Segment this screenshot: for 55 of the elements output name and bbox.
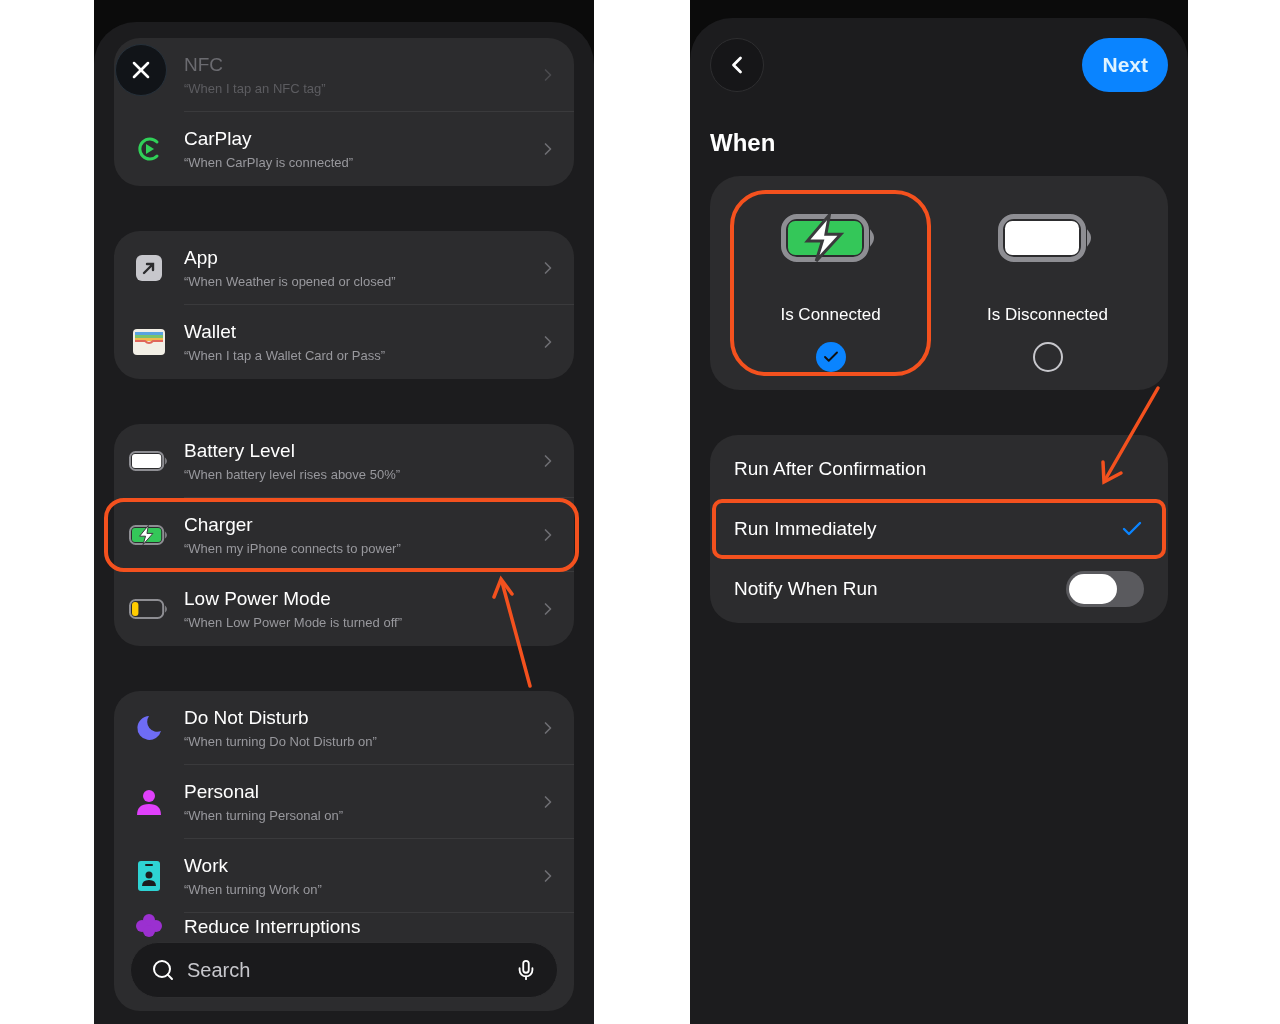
- option-label: Is Disconnected: [987, 304, 1108, 326]
- option-tile[interactable]: Is Disconnected: [947, 190, 1148, 376]
- trigger-title: NFC: [184, 52, 225, 77]
- trigger-row[interactable]: Charger “When my iPhone connects to power”: [114, 498, 574, 572]
- setting-label: Run Immediately: [734, 516, 878, 541]
- search-input[interactable]: Search: [187, 955, 503, 985]
- badge-icon: [138, 861, 160, 891]
- trigger-title: Charger: [184, 512, 254, 537]
- trigger-title: Reduce Interruptions: [184, 915, 362, 939]
- trigger-title: Low Power Mode: [184, 587, 332, 611]
- setting-label: Run After Confirmation: [734, 456, 928, 481]
- toggle-switch[interactable]: [1066, 571, 1144, 607]
- moon-icon: [135, 714, 163, 742]
- trigger-row[interactable]: CarPlay “When CarPlay is connected”: [114, 112, 574, 186]
- trigger-row[interactable]: App “When Weather is opened or closed”: [114, 231, 574, 305]
- setting-row[interactable]: Run Immediately: [712, 499, 1166, 559]
- battery-icon: [129, 451, 169, 471]
- trigger-title: CarPlay: [184, 127, 253, 151]
- search-icon: [151, 958, 175, 982]
- trigger-row[interactable]: Low Power Mode “When Low Power Mode is turned off”: [114, 572, 574, 646]
- arrow-square-icon: [136, 255, 162, 281]
- person-icon: [137, 789, 161, 815]
- wallet-icon: [133, 329, 165, 355]
- trigger-row[interactable]: Battery Level “When battery level rises above 50%”: [114, 424, 574, 498]
- radio-indicator[interactable]: [815, 341, 846, 372]
- option-label: Is Connected: [780, 304, 881, 326]
- trigger-description: “When turning Work on”: [184, 880, 323, 898]
- trigger-row[interactable]: Do Not Disturb “When turning Do Not Disturb on”: [114, 691, 574, 765]
- setting-row[interactable]: Run After Confirmation: [712, 439, 1166, 499]
- trigger-row[interactable]: Reduce Interruptions: [114, 913, 574, 941]
- trigger-title: App: [184, 245, 219, 270]
- trigger-description: “When Weather is opened or closed”: [184, 272, 397, 290]
- trigger-description: “When Low Power Mode is turned off”: [184, 614, 403, 631]
- trigger-description: “When CarPlay is connected”: [184, 154, 355, 171]
- charging-battery-icon: [129, 525, 169, 545]
- trigger-title: Personal: [184, 779, 260, 804]
- option-tile[interactable]: Is Connected: [730, 190, 931, 376]
- trigger-description: “When turning Do Not Disturb on”: [184, 732, 378, 750]
- battery-icon: [129, 599, 169, 619]
- setting-row[interactable]: Notify When Run: [712, 559, 1166, 619]
- radio-indicator[interactable]: [1032, 341, 1063, 372]
- trigger-title: Do Not Disturb: [184, 705, 310, 730]
- trigger-description: “When turning Personal on”: [184, 806, 344, 824]
- trigger-title: Work: [184, 853, 229, 878]
- trigger-title: Battery Level: [184, 438, 296, 463]
- trigger-row[interactable]: Wallet “When I tap a Wallet Card or Pass”: [114, 305, 574, 379]
- section-title: When: [710, 128, 777, 158]
- trigger-row[interactable]: Personal “When turning Personal on”: [114, 765, 574, 839]
- trigger-description: “When battery level rises above 50%”: [184, 465, 402, 483]
- trigger-description: “When I tap a Wallet Card or Pass”: [184, 347, 387, 364]
- trigger-row[interactable]: Work “When turning Work on”: [114, 839, 574, 913]
- trigger-description: “When my iPhone connects to power”: [184, 539, 402, 557]
- setting-label: Notify When Run: [734, 576, 879, 601]
- search-field[interactable]: Search: [130, 942, 558, 998]
- trigger-title: Wallet: [184, 320, 238, 344]
